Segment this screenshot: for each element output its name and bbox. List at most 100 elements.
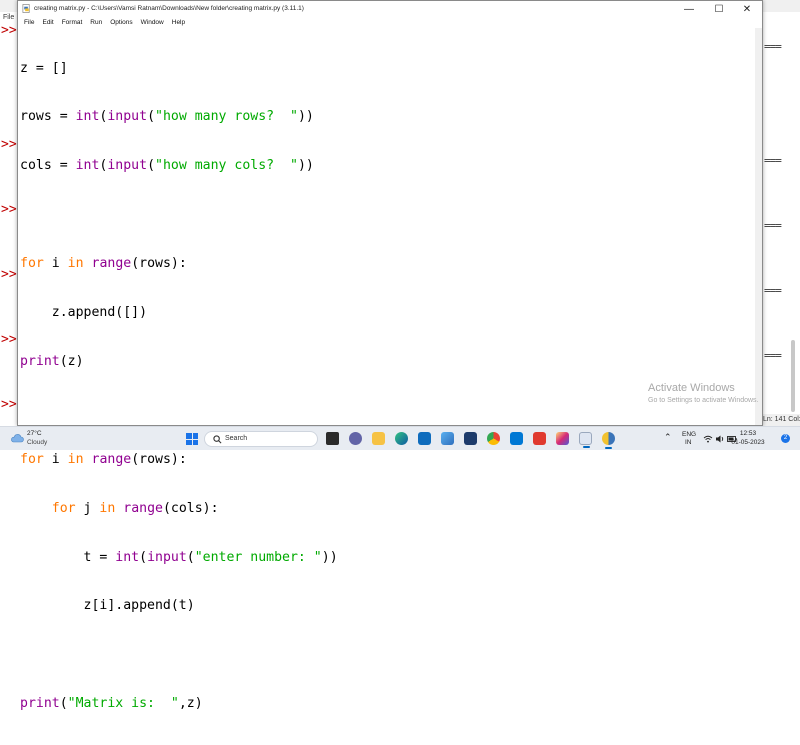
menu-window[interactable]: Window: [137, 17, 168, 28]
minimize-button[interactable]: —: [674, 1, 704, 17]
shell-separator: ===: [764, 40, 782, 53]
maximize-button[interactable]: ☐: [704, 1, 734, 17]
dev-app-icon[interactable]: [464, 432, 477, 445]
mail-icon[interactable]: [418, 432, 431, 445]
code-text: z.append([]): [20, 305, 148, 321]
code-text: rows =: [20, 109, 76, 125]
code-text: (rows):: [131, 256, 187, 272]
code-line: print(z): [20, 354, 754, 370]
notification-badge[interactable]: 2: [781, 434, 790, 443]
clock-date[interactable]: 01-05-2023: [729, 439, 767, 446]
shell-scrollbar-thumb[interactable]: [791, 340, 795, 412]
shell-prompt: >>: [1, 332, 17, 347]
code-keyword: in: [99, 500, 116, 516]
code-keyword: in: [67, 256, 84, 272]
code-line: for j in range(cols):: [20, 501, 754, 517]
python-file-icon: [22, 4, 30, 13]
volume-icon[interactable]: [715, 434, 725, 444]
weather-temperature[interactable]: 27°C: [27, 430, 42, 437]
shell-separator: ===: [764, 349, 782, 362]
menu-help[interactable]: Help: [168, 17, 189, 28]
activation-watermark-title: Activate Windows: [648, 382, 735, 394]
language-region[interactable]: IN: [685, 439, 692, 446]
shell-separator: ===: [764, 219, 782, 232]
shell-prompt: >>: [1, 137, 17, 152]
chrome-icon[interactable]: [487, 432, 500, 445]
code-text: cols =: [20, 158, 76, 174]
code-keyword: for: [20, 256, 44, 272]
shell-separator: ===: [764, 154, 782, 167]
window-title: creating matrix.py - C:\Users\Vamsi Ratn…: [34, 5, 304, 12]
task-view-icon[interactable]: [326, 432, 339, 445]
code-text: t =: [20, 549, 116, 565]
code-text: (: [147, 109, 156, 125]
weather-condition[interactable]: Cloudy: [27, 439, 47, 446]
menu-options[interactable]: Options: [106, 17, 136, 28]
menu-file[interactable]: File: [20, 17, 38, 28]
code-text: (: [186, 549, 195, 565]
shell-status-bar: Ln: 141 Col: 0: [763, 414, 800, 426]
editor-window: creating matrix.py - C:\Users\Vamsi Ratn…: [17, 0, 763, 712]
code-line: t = int(input("enter number: ")): [20, 550, 754, 566]
photos-icon[interactable]: [441, 432, 454, 445]
code-builtin: print: [20, 696, 60, 712]
code-line: for i in range(rows):: [20, 256, 754, 272]
chevron-up-icon[interactable]: ⌃: [664, 433, 672, 443]
menu-format[interactable]: Format: [58, 17, 87, 28]
code-text: z = []: [20, 60, 68, 76]
shell-prompt: >>: [1, 267, 17, 282]
idle-icon[interactable]: [579, 432, 592, 448]
code-string: "Matrix is: ": [67, 696, 179, 712]
code-text: (: [139, 549, 148, 565]
menu-bar: File Edit Format Run Options Window Help: [18, 17, 762, 28]
code-line: cols = int(input("how many cols? ")): [20, 158, 754, 174]
wifi-icon[interactable]: [703, 434, 713, 444]
code-text: )): [321, 549, 338, 565]
code-line: z.append([]): [20, 305, 754, 321]
code-builtin: range: [91, 451, 132, 467]
menu-run[interactable]: Run: [86, 17, 106, 28]
edge-icon[interactable]: [395, 432, 408, 445]
code-text: i: [43, 256, 68, 272]
close-button[interactable]: ✕: [732, 1, 762, 17]
editor-scrollbar[interactable]: [755, 28, 762, 425]
python-icon[interactable]: [602, 432, 615, 449]
start-button[interactable]: [186, 433, 198, 445]
file-explorer-icon[interactable]: [372, 432, 385, 445]
cloud-icon[interactable]: [10, 432, 24, 444]
code-text: i: [43, 451, 68, 467]
code-line: for i in range(rows):: [20, 452, 754, 468]
code-text: )): [297, 109, 314, 125]
language-indicator[interactable]: ENG: [682, 431, 696, 438]
code-text: (: [147, 158, 156, 174]
anydesk-icon[interactable]: [533, 432, 546, 445]
shell-prompt: >>: [1, 23, 17, 38]
code-builtin: int: [115, 549, 140, 565]
editor-titlebar[interactable]: creating matrix.py - C:\Users\Vamsi Ratn…: [18, 1, 762, 17]
code-string: "how many rows? ": [155, 109, 298, 125]
code-line: z[i].append(t): [20, 598, 754, 614]
code-keyword: for: [51, 500, 76, 516]
chat-icon[interactable]: [349, 432, 362, 445]
code-builtin: range: [123, 500, 163, 516]
taskbar-search-box[interactable]: Search: [204, 431, 318, 447]
code-editor[interactable]: z = [] rows = int(input("how many rows? …: [20, 28, 754, 712]
code-line: print("Matrix is: ",z): [20, 696, 754, 712]
clock-time[interactable]: 12:53: [734, 430, 762, 437]
search-icon: [213, 435, 222, 444]
shell-prompt: >>: [1, 202, 17, 217]
vscode-icon[interactable]: [510, 432, 523, 445]
code-text: ,z): [178, 696, 203, 712]
taskbar: 27°C Cloudy Search ⌃ ENG IN 12:53 01-05-…: [0, 426, 800, 450]
activation-watermark-subtitle: Go to Settings to activate Windows.: [648, 397, 759, 404]
menu-edit[interactable]: Edit: [38, 17, 57, 28]
code-line: rows = int(input("how many rows? ")): [20, 109, 754, 125]
code-text: j: [75, 500, 100, 516]
shell-prompt: >>: [1, 397, 17, 412]
instagram-icon[interactable]: [556, 432, 569, 445]
